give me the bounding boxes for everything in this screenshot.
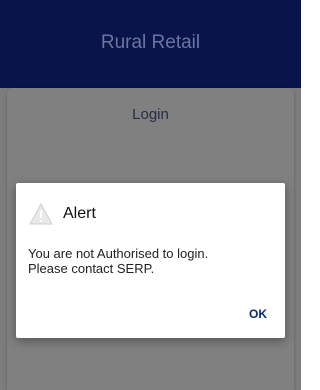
ok-button[interactable]: OK <box>245 303 271 325</box>
alert-dialog: Alert You are not Authorised to login. P… <box>16 183 285 338</box>
app-bar: Rural Retail <box>0 0 301 88</box>
alert-message: You are not Authorised to login. Please … <box>28 246 278 276</box>
login-title: Login <box>132 106 169 123</box>
alert-dialog-header: Alert <box>29 199 96 229</box>
alert-message-line-2: Please contact SERP. <box>28 261 155 276</box>
app-title: Rural Retail <box>100 32 201 53</box>
alert-message-line-1: You are not Authorised to login. <box>28 246 209 261</box>
warning-icon <box>29 203 53 225</box>
alert-title: Alert <box>63 205 96 222</box>
